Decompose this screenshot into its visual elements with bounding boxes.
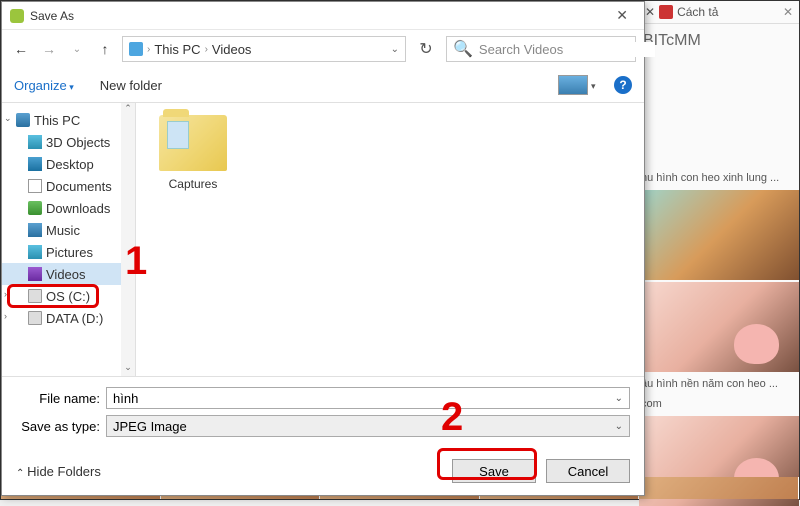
view-options-button[interactable]	[558, 75, 588, 95]
save-type-value: JPEG Image	[113, 419, 615, 434]
folder-icon	[28, 157, 42, 171]
file-name-label: File name:	[16, 391, 106, 406]
tree-music[interactable]: Music	[2, 219, 135, 241]
tree-downloads[interactable]: Downloads	[2, 197, 135, 219]
search-box[interactable]: 🔍	[446, 36, 636, 62]
close-icon[interactable]: ✕	[645, 5, 655, 19]
background-browser: ✕ Cách tả ✕ BITcMM hu hình con heo xinh …	[639, 1, 799, 501]
refresh-button[interactable]: ↻	[412, 36, 440, 62]
chevron-right-icon: ›	[147, 44, 150, 55]
tree-videos[interactable]: Videos	[2, 263, 135, 285]
file-name-input[interactable]	[113, 391, 615, 406]
file-fields: File name: ⌄ Save as type: JPEG Image ⌄	[2, 377, 644, 449]
tree-data-d[interactable]: ›DATA (D:)	[2, 307, 135, 329]
save-type-label: Save as type:	[16, 419, 106, 434]
cancel-button[interactable]: Cancel	[546, 459, 630, 483]
scroll-down-icon[interactable]: ⌄	[121, 362, 135, 376]
tab-label: Cách tả	[677, 5, 718, 19]
chevron-right-icon: ›	[205, 44, 208, 55]
tree-desktop[interactable]: Desktop	[2, 153, 135, 175]
close-icon[interactable]: ✕	[783, 5, 793, 19]
expand-icon[interactable]: ⌄	[4, 113, 12, 124]
organize-menu[interactable]: Organize	[14, 78, 74, 93]
drive-icon	[28, 311, 42, 325]
forward-button[interactable]: →	[38, 38, 60, 60]
folder-content[interactable]: Captures	[136, 103, 644, 376]
thumbnail-image[interactable]	[639, 282, 799, 372]
breadcrumb[interactable]: › This PC › Videos ⌄	[122, 36, 406, 62]
tree-pictures[interactable]: Pictures	[2, 241, 135, 263]
new-folder-button[interactable]: New folder	[100, 78, 162, 93]
save-button[interactable]: Save	[452, 459, 536, 483]
chevron-down-icon[interactable]: ⌄	[615, 393, 623, 404]
hide-folders-toggle[interactable]: Hide Folders	[16, 464, 101, 479]
browser-tab[interactable]: ✕ Cách tả ✕	[639, 1, 799, 24]
thumbnail-image[interactable]	[639, 190, 799, 280]
drive-icon	[28, 289, 42, 303]
close-button[interactable]: ✕	[608, 7, 636, 24]
folder-icon	[28, 179, 42, 193]
folder-captures[interactable]: Captures	[148, 115, 238, 191]
folder-icon	[28, 267, 42, 281]
search-input[interactable]	[479, 42, 655, 57]
search-icon: 🔍	[453, 39, 473, 59]
tree-documents[interactable]: Documents	[2, 175, 135, 197]
dialog-footer: Hide Folders Save Cancel	[2, 449, 644, 495]
tree-3d-objects[interactable]: 3D Objects	[2, 131, 135, 153]
app-icon	[10, 9, 24, 23]
navigation-bar: ← → ⌄ ↑ › This PC › Videos ⌄ ↻ 🔍	[2, 30, 644, 68]
image-caption: hu hình con heo xinh lung ...	[639, 168, 799, 188]
page-title: BITcMM	[639, 24, 799, 58]
recent-dropdown[interactable]: ⌄	[66, 38, 88, 60]
image-caption: ầu hình nền năm con heo ...	[639, 374, 799, 394]
titlebar: Save As ✕	[2, 2, 644, 30]
back-button[interactable]: ←	[10, 38, 32, 60]
window-title: Save As	[30, 9, 608, 23]
breadcrumb-this-pc[interactable]: This PC	[154, 42, 200, 57]
folder-icon	[28, 223, 42, 237]
up-button[interactable]: ↑	[94, 38, 116, 60]
save-as-dialog: Save As ✕ ← → ⌄ ↑ › This PC › Videos ⌄ ↻…	[1, 1, 645, 496]
toolbar: Organize New folder ?	[2, 68, 644, 102]
folder-tree[interactable]: ⌄This PC 3D Objects Desktop Documents Do…	[2, 103, 136, 376]
pc-icon	[16, 113, 30, 127]
tree-this-pc[interactable]: ⌄This PC	[2, 109, 135, 131]
save-type-field[interactable]: JPEG Image ⌄	[106, 415, 630, 437]
tree-scrollbar[interactable]: ⌃⌄	[121, 103, 135, 376]
file-name-field[interactable]: ⌄	[106, 387, 630, 409]
folder-icon	[28, 135, 42, 149]
folder-icon	[159, 115, 227, 171]
image-caption: com	[639, 394, 799, 414]
help-button[interactable]: ?	[614, 76, 632, 94]
scroll-up-icon[interactable]: ⌃	[121, 103, 135, 117]
chevron-down-icon[interactable]: ⌄	[615, 421, 623, 432]
breadcrumb-videos[interactable]: Videos	[212, 42, 252, 57]
tree-os-c[interactable]: ›OS (C:)	[2, 285, 135, 307]
folder-icon	[28, 245, 42, 259]
folder-icon	[28, 201, 42, 215]
expand-icon[interactable]: ›	[4, 311, 7, 321]
expand-icon[interactable]: ›	[4, 289, 7, 299]
tab-favicon	[659, 5, 673, 19]
chevron-down-icon[interactable]: ⌄	[391, 44, 399, 55]
pc-icon	[129, 42, 143, 56]
folder-label: Captures	[148, 177, 238, 191]
